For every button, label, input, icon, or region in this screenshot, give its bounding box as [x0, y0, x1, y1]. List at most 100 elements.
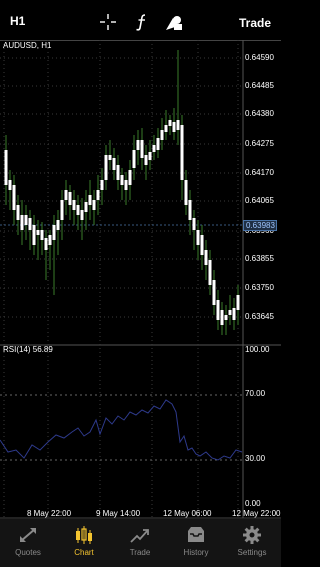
top-toolbar: H1 Trade — [0, 0, 281, 44]
history-icon — [188, 527, 204, 542]
candle-body — [236, 295, 240, 310]
candle-body — [184, 180, 188, 205]
candle-body — [176, 120, 180, 130]
candle-body — [128, 170, 132, 185]
candle-body — [36, 230, 40, 235]
price-tick: 0.63645 — [245, 312, 274, 321]
tab-quotes[interactable]: Quotes — [0, 525, 56, 557]
candle-body — [160, 130, 164, 140]
time-tick: 12 May 22:00 — [232, 509, 281, 518]
price-tick: 0.64485 — [245, 81, 274, 90]
rsi-level-tick: 70.00 — [245, 389, 266, 398]
candle-body — [32, 225, 36, 245]
candle-body — [172, 122, 176, 132]
function-icon[interactable] — [132, 12, 152, 32]
tab-label: Quotes — [15, 548, 41, 557]
price-tick: 0.64065 — [245, 196, 274, 205]
chart-icon — [76, 526, 92, 544]
trade-icon — [130, 529, 149, 543]
candle-body — [12, 185, 16, 210]
timeframe-button[interactable]: H1 — [10, 14, 25, 28]
time-tick: 12 May 06:00 — [163, 509, 212, 518]
candle-body — [60, 200, 64, 220]
tab-history[interactable]: History — [168, 525, 224, 557]
candle-body — [112, 158, 116, 170]
candle-body — [28, 218, 32, 230]
candle-body — [44, 238, 48, 250]
candle-body — [164, 125, 168, 132]
price-chart[interactable] — [0, 40, 281, 518]
candle-body — [232, 308, 236, 320]
candle-body — [92, 200, 96, 210]
candle-body — [124, 180, 128, 190]
candle-body — [208, 260, 212, 285]
rsi-level-tick: 100.00 — [245, 345, 270, 354]
candle-body — [8, 180, 12, 190]
bottom-tab-bar: Quotes Chart Trade History Settings — [0, 518, 281, 567]
candle-body — [152, 145, 156, 152]
tab-settings[interactable]: Settings — [224, 525, 280, 557]
candle-body — [188, 200, 192, 220]
tab-label: Chart — [74, 548, 94, 557]
price-tick: 0.64380 — [245, 109, 274, 118]
candle-body — [96, 190, 100, 200]
price-tick: 0.64275 — [245, 139, 274, 148]
tab-label: History — [183, 548, 209, 557]
candle-body — [156, 138, 160, 150]
candle-body — [104, 155, 108, 180]
candle-body — [24, 215, 28, 225]
symbol-label: AUDUSD, H1 — [3, 41, 52, 50]
objects-icon[interactable] — [164, 12, 184, 32]
candle-body — [196, 230, 200, 245]
candle-body — [88, 195, 92, 205]
quotes-icon — [20, 528, 36, 542]
candle-body — [192, 218, 196, 230]
candle-body — [180, 125, 184, 180]
candle-body — [4, 150, 8, 185]
candle-body — [220, 310, 224, 325]
time-tick: 8 May 22:00 — [27, 509, 72, 518]
candle-body — [200, 235, 204, 255]
price-tick: 0.64590 — [245, 53, 274, 62]
gear-icon — [243, 526, 261, 544]
candle-body — [108, 155, 112, 160]
candle-body — [76, 205, 80, 215]
candle-body — [228, 310, 232, 315]
candle-body — [16, 205, 20, 220]
candle-body — [84, 202, 88, 212]
price-tick: 0.63855 — [245, 254, 274, 263]
candle-body — [64, 190, 68, 200]
candle-body — [212, 280, 216, 305]
crosshair-icon[interactable] — [98, 12, 118, 32]
tab-label: Settings — [237, 548, 267, 557]
candle-body — [116, 165, 120, 180]
rsi-label: RSI(14) 56.89 — [3, 345, 53, 354]
tab-chart[interactable]: Chart — [56, 525, 112, 557]
trade-button[interactable]: Trade — [239, 16, 271, 30]
candle-body — [120, 175, 124, 185]
candle-body — [148, 152, 152, 160]
candle-body — [132, 150, 136, 168]
candle-body — [204, 250, 208, 265]
candle-body — [20, 215, 24, 230]
candle-body — [48, 235, 52, 245]
candle-body — [52, 225, 56, 240]
candle-body — [140, 140, 144, 158]
candle-body — [144, 155, 148, 165]
candle-body — [40, 230, 44, 240]
chart-area[interactable]: AUDUSD, H1 0.64590 0.64485 0.64380 0.642… — [0, 40, 281, 518]
rsi-line — [0, 399, 243, 461]
current-price-tag: 0.63983 — [243, 220, 277, 231]
candle-body — [100, 180, 104, 190]
candle-body — [56, 220, 60, 230]
candle-body — [136, 140, 140, 150]
rsi-level-tick: 30.00 — [245, 454, 266, 463]
candle-body — [216, 300, 220, 320]
candle-body — [68, 192, 72, 205]
candle-body — [168, 120, 172, 126]
candle-body — [80, 210, 84, 220]
price-tick: 0.64170 — [245, 168, 274, 177]
tab-trade[interactable]: Trade — [112, 525, 168, 557]
rsi-level-tick: 0.00 — [245, 499, 261, 508]
price-tick: 0.63750 — [245, 283, 274, 292]
